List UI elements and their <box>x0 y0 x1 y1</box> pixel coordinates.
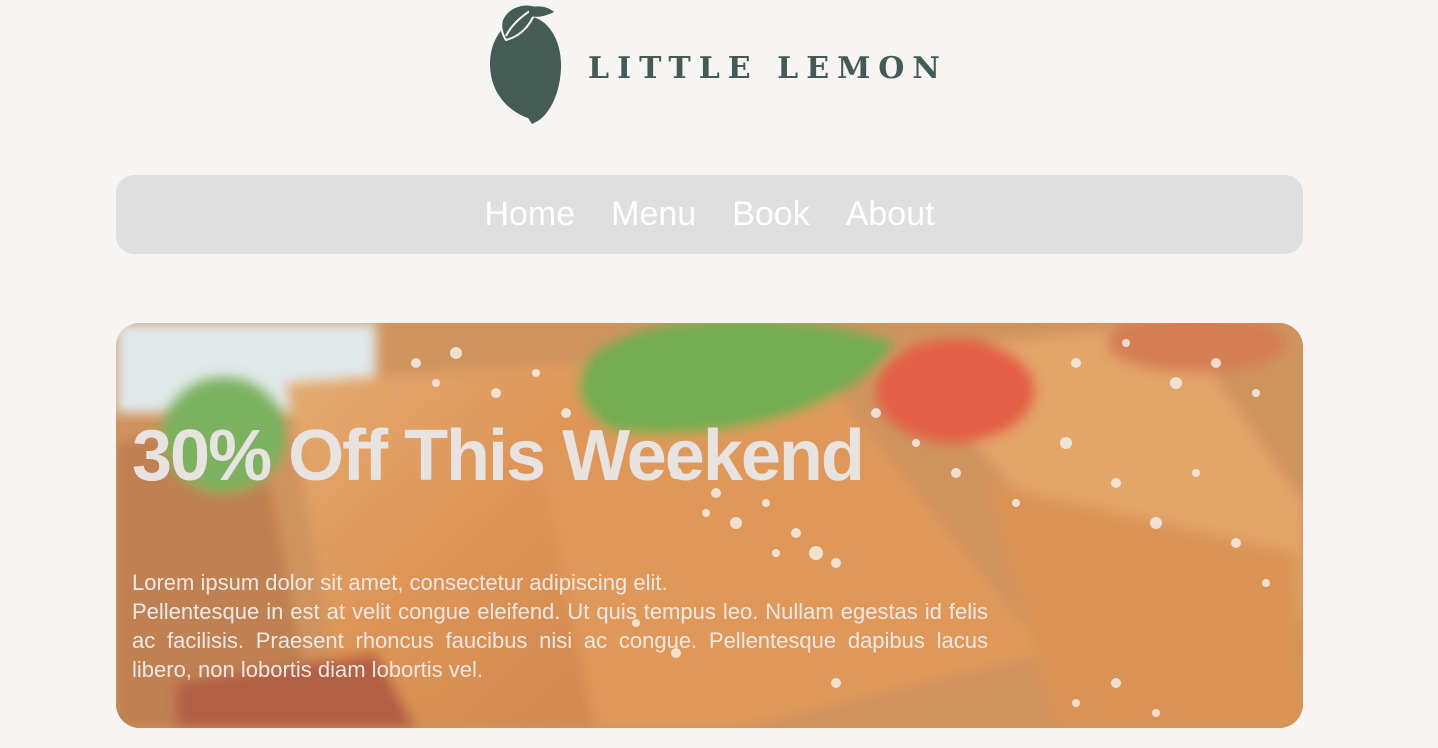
main-nav: Home Menu Book About <box>116 175 1303 254</box>
logo[interactable]: LITTLE LEMON <box>488 2 948 126</box>
hero-title: 30% Off This Weekend <box>132 416 865 496</box>
nav-about[interactable]: About <box>846 195 935 234</box>
hero-description: Lorem ipsum dolor sit amet, consectetur … <box>132 568 988 684</box>
hero-banner: 30% Off This Weekend Lorem ipsum dolor s… <box>116 323 1303 728</box>
nav-menu[interactable]: Menu <box>611 195 696 234</box>
hero-description-line: Pellentesque in est at velit congue elei… <box>132 599 988 682</box>
brand-name: LITTLE LEMON <box>588 50 948 86</box>
lemon-icon <box>490 3 562 124</box>
nav-book[interactable]: Book <box>732 195 810 234</box>
hero-description-line: Lorem ipsum dolor sit amet, consectetur … <box>132 570 668 595</box>
nav-home[interactable]: Home <box>484 195 575 234</box>
